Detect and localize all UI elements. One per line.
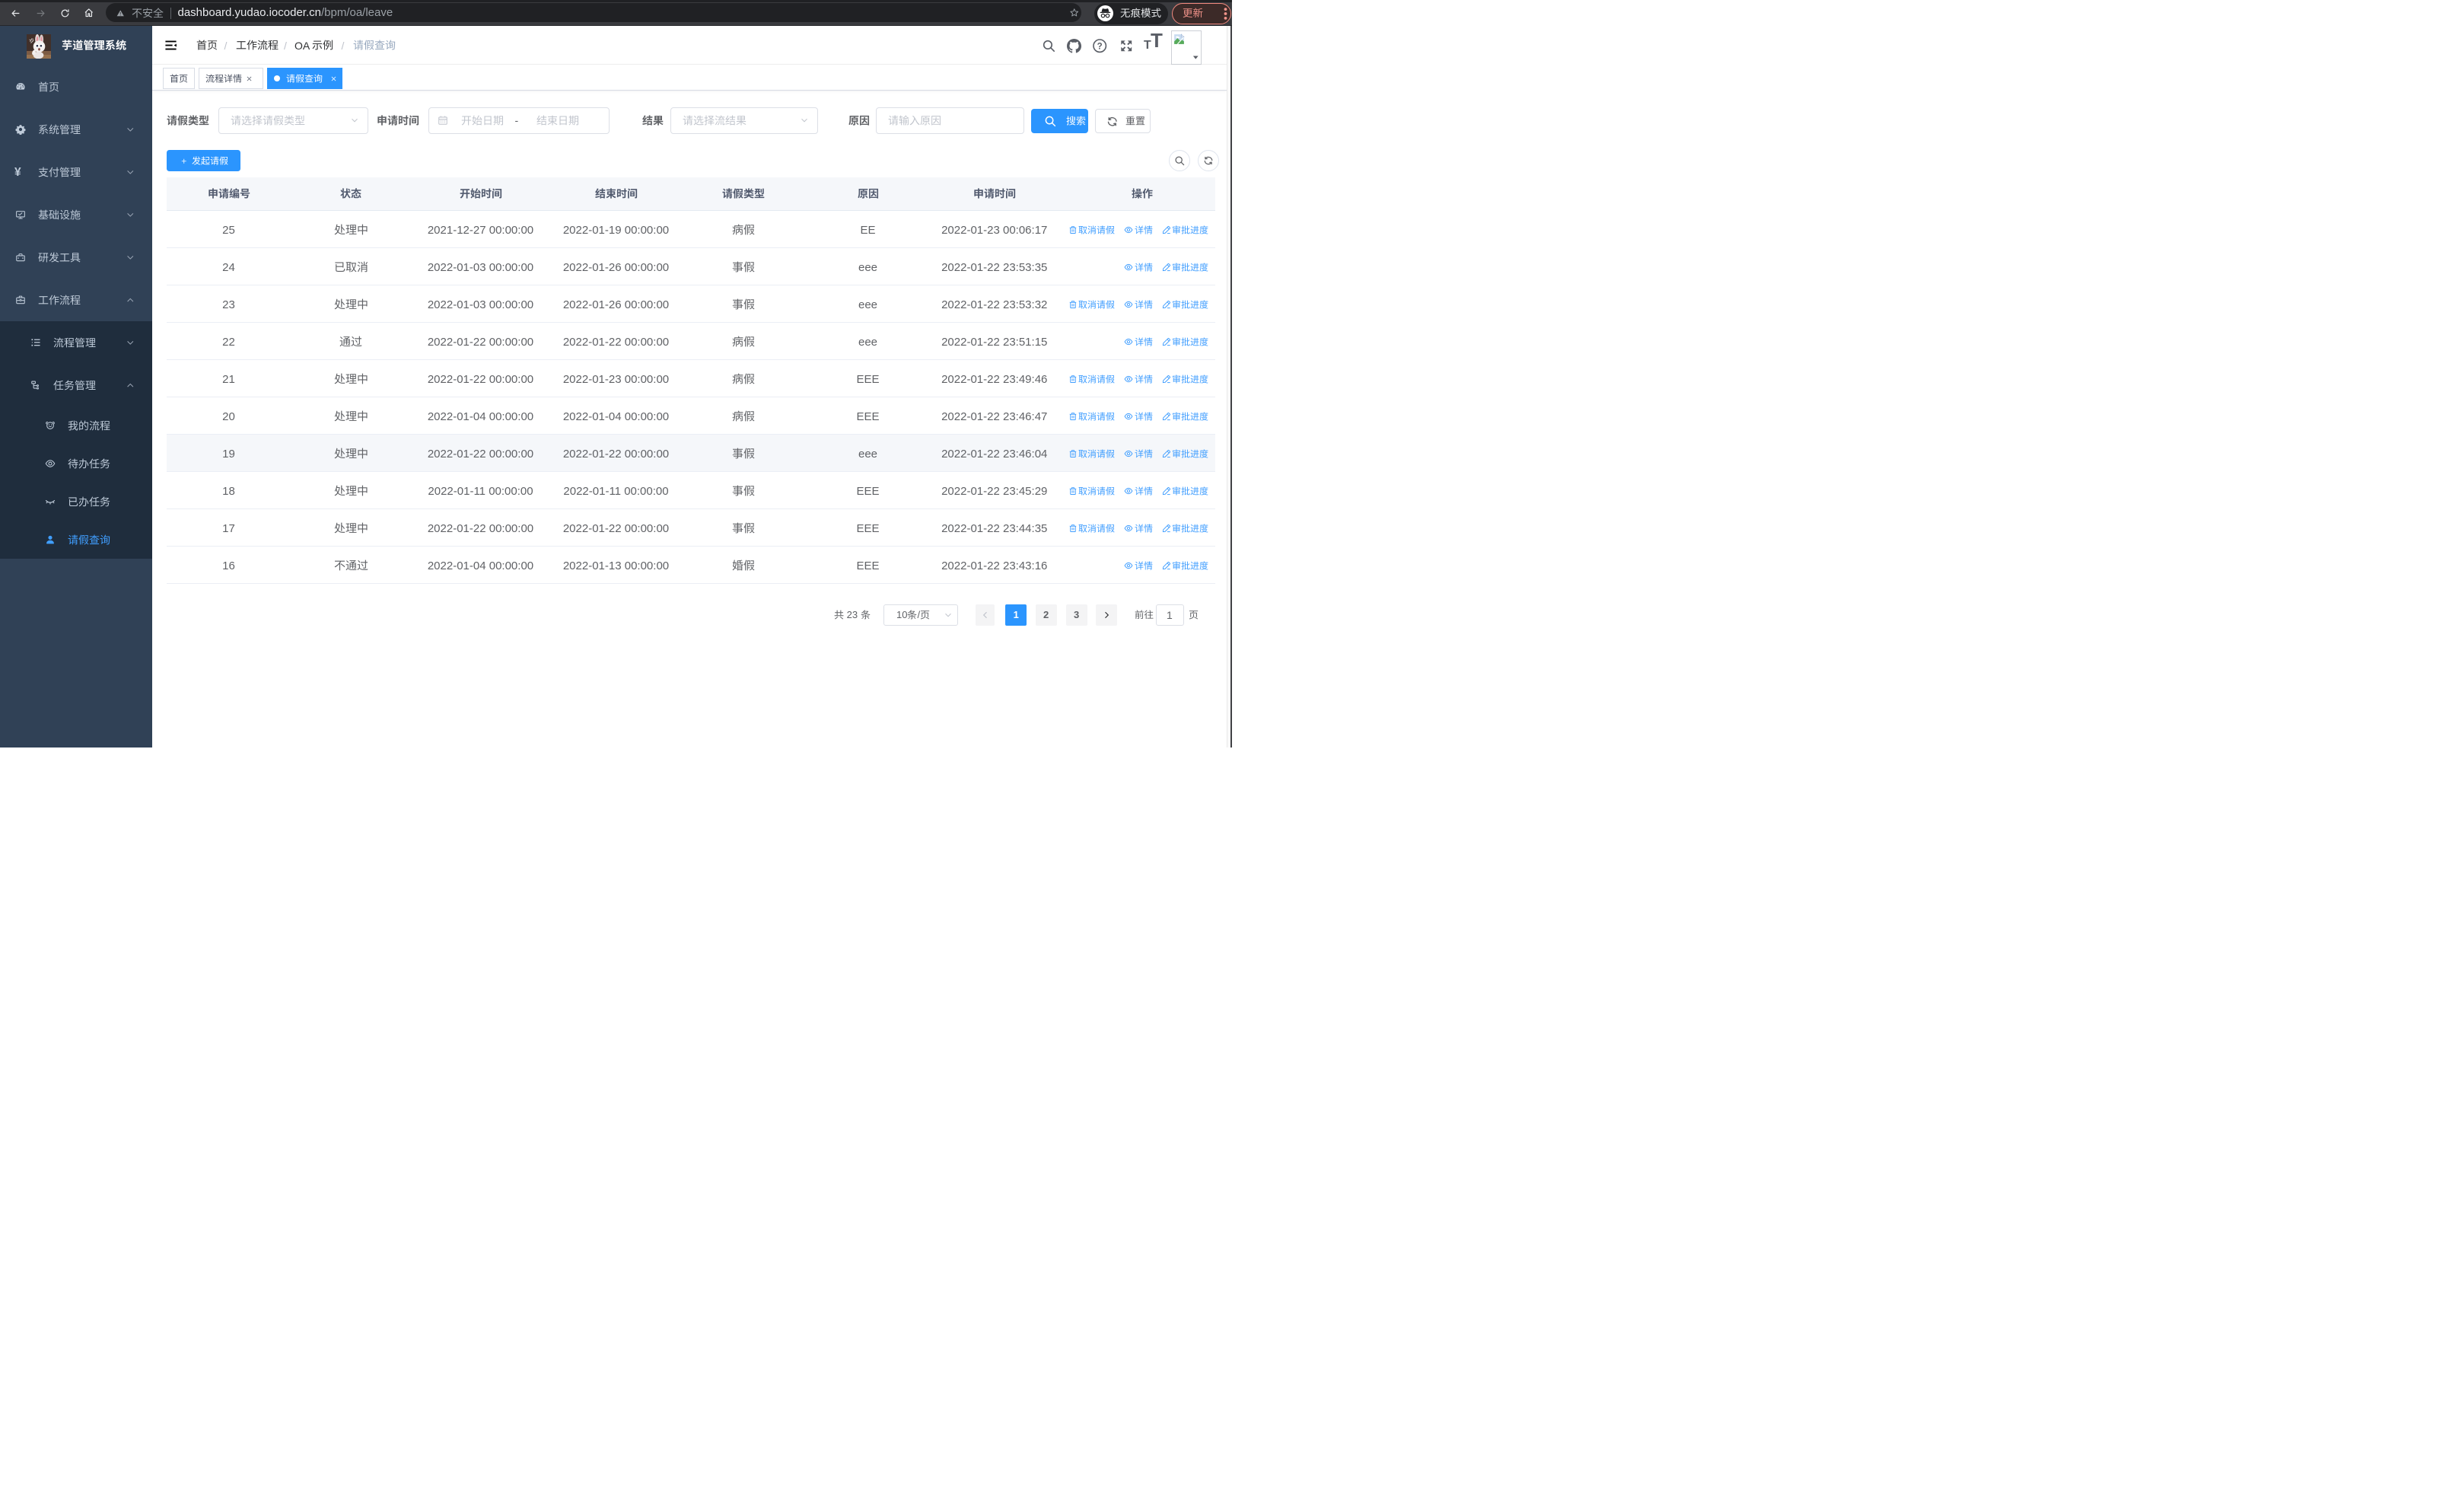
svg-text:?: ? [1097, 42, 1103, 51]
